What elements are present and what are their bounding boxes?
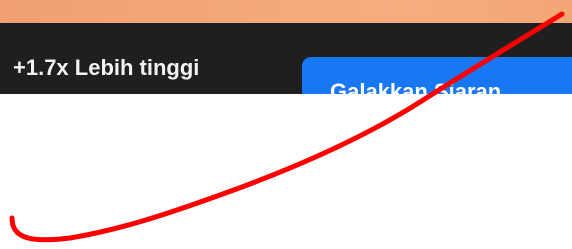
- promo-banner-image: [0, 0, 572, 23]
- screenshot-stage: +1.7x Lebih tinggi Galakkan Siaran: [0, 0, 572, 249]
- cropped-area: [0, 94, 572, 249]
- reach-boost-label: +1.7x Lebih tinggi: [13, 55, 200, 80]
